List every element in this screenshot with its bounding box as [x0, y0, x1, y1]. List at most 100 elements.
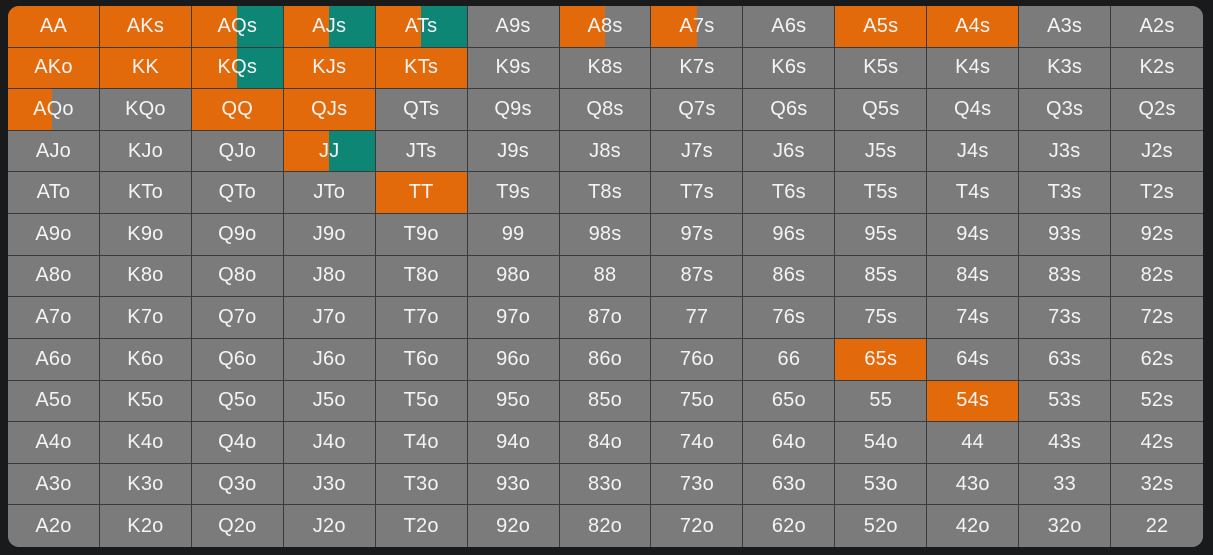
hand-cell-t3s[interactable]: T3s	[1019, 172, 1112, 215]
hand-cell-tt[interactable]: TT	[375, 172, 468, 215]
hand-cell-a6s[interactable]: A6s	[743, 6, 836, 48]
hand-cell-k9s[interactable]: K9s	[467, 47, 560, 90]
hand-cell-t9o[interactable]: T9o	[375, 214, 468, 256]
hand-cell-t5o[interactable]: T5o	[375, 380, 468, 423]
hand-cell-kjo[interactable]: KJo	[99, 130, 192, 173]
hand-cell-aqs[interactable]: AQs	[191, 6, 284, 48]
hand-cell-a5o[interactable]: A5o	[8, 380, 100, 423]
hand-cell-a8s[interactable]: A8s	[559, 6, 652, 48]
hand-cell-75o[interactable]: 75o	[651, 380, 744, 423]
hand-cell-86o[interactable]: 86o	[559, 338, 652, 381]
hand-cell-q7s[interactable]: Q7s	[651, 89, 744, 131]
hand-cell-98o[interactable]: 98o	[467, 255, 560, 298]
hand-cell-93o[interactable]: 93o	[467, 463, 560, 506]
hand-cell-qjo[interactable]: QJo	[191, 130, 284, 173]
hand-cell-q9o[interactable]: Q9o	[191, 214, 284, 256]
hand-cell-a2o[interactable]: A2o	[8, 505, 100, 547]
hand-cell-q3s[interactable]: Q3s	[1019, 89, 1112, 131]
hand-cell-aks[interactable]: AKs	[99, 6, 192, 48]
hand-cell-a3o[interactable]: A3o	[8, 463, 100, 506]
hand-cell-ajs[interactable]: AJs	[283, 6, 376, 48]
hand-cell-62s[interactable]: 62s	[1111, 338, 1203, 381]
hand-cell-k9o[interactable]: K9o	[99, 214, 192, 256]
hand-cell-72s[interactable]: 72s	[1111, 297, 1203, 339]
hand-cell-a2s[interactable]: A2s	[1111, 6, 1203, 48]
hand-cell-j7o[interactable]: J7o	[283, 297, 376, 339]
hand-cell-ats[interactable]: ATs	[375, 6, 468, 48]
hand-cell-54o[interactable]: 54o	[835, 422, 928, 464]
hand-cell-42o[interactable]: 42o	[927, 505, 1020, 547]
hand-cell-a4s[interactable]: A4s	[927, 6, 1020, 48]
hand-cell-q8o[interactable]: Q8o	[191, 255, 284, 298]
hand-cell-95o[interactable]: 95o	[467, 380, 560, 423]
hand-cell-kto[interactable]: KTo	[99, 172, 192, 215]
hand-cell-82o[interactable]: 82o	[559, 505, 652, 547]
hand-cell-87s[interactable]: 87s	[651, 255, 744, 298]
hand-cell-t3o[interactable]: T3o	[375, 463, 468, 506]
hand-cell-q5o[interactable]: Q5o	[191, 380, 284, 423]
hand-cell-77[interactable]: 77	[651, 297, 744, 339]
hand-cell-32o[interactable]: 32o	[1019, 505, 1112, 547]
hand-cell-76o[interactable]: 76o	[651, 338, 744, 381]
hand-cell-kts[interactable]: KTs	[375, 47, 468, 90]
hand-cell-72o[interactable]: 72o	[651, 505, 744, 547]
hand-cell-92o[interactable]: 92o	[467, 505, 560, 547]
hand-cell-k2s[interactable]: K2s	[1111, 47, 1203, 90]
hand-cell-74s[interactable]: 74s	[927, 297, 1020, 339]
hand-cell-53s[interactable]: 53s	[1019, 380, 1112, 423]
hand-cell-t7o[interactable]: T7o	[375, 297, 468, 339]
hand-cell-85o[interactable]: 85o	[559, 380, 652, 423]
hand-cell-t4s[interactable]: T4s	[927, 172, 1020, 215]
hand-cell-q2s[interactable]: Q2s	[1111, 89, 1203, 131]
hand-cell-a9o[interactable]: A9o	[8, 214, 100, 256]
hand-cell-87o[interactable]: 87o	[559, 297, 652, 339]
hand-cell-t4o[interactable]: T4o	[375, 422, 468, 464]
hand-cell-a8o[interactable]: A8o	[8, 255, 100, 298]
hand-cell-94s[interactable]: 94s	[927, 214, 1020, 256]
hand-cell-k6s[interactable]: K6s	[743, 47, 836, 90]
hand-cell-q4o[interactable]: Q4o	[191, 422, 284, 464]
hand-cell-k7s[interactable]: K7s	[651, 47, 744, 90]
hand-cell-96s[interactable]: 96s	[743, 214, 836, 256]
hand-cell-k5o[interactable]: K5o	[99, 380, 192, 423]
hand-cell-52s[interactable]: 52s	[1111, 380, 1203, 423]
hand-cell-97o[interactable]: 97o	[467, 297, 560, 339]
hand-cell-t7s[interactable]: T7s	[651, 172, 744, 215]
hand-cell-q2o[interactable]: Q2o	[191, 505, 284, 547]
hand-cell-k7o[interactable]: K7o	[99, 297, 192, 339]
hand-cell-a6o[interactable]: A6o	[8, 338, 100, 381]
hand-cell-j3s[interactable]: J3s	[1019, 130, 1112, 173]
hand-cell-a9s[interactable]: A9s	[467, 6, 560, 48]
hand-cell-64o[interactable]: 64o	[743, 422, 836, 464]
hand-cell-65o[interactable]: 65o	[743, 380, 836, 423]
hand-cell-q6o[interactable]: Q6o	[191, 338, 284, 381]
hand-cell-k4s[interactable]: K4s	[927, 47, 1020, 90]
hand-cell-99[interactable]: 99	[467, 214, 560, 256]
hand-cell-96o[interactable]: 96o	[467, 338, 560, 381]
hand-cell-97s[interactable]: 97s	[651, 214, 744, 256]
hand-cell-t9s[interactable]: T9s	[467, 172, 560, 215]
hand-cell-aqo[interactable]: AQo	[8, 89, 100, 131]
hand-cell-q6s[interactable]: Q6s	[743, 89, 836, 131]
hand-cell-j5s[interactable]: J5s	[835, 130, 928, 173]
hand-cell-43s[interactable]: 43s	[1019, 422, 1112, 464]
hand-cell-83s[interactable]: 83s	[1019, 255, 1112, 298]
hand-cell-j6o[interactable]: J6o	[283, 338, 376, 381]
hand-cell-q5s[interactable]: Q5s	[835, 89, 928, 131]
hand-cell-k2o[interactable]: K2o	[99, 505, 192, 547]
hand-cell-95s[interactable]: 95s	[835, 214, 928, 256]
hand-cell-53o[interactable]: 53o	[835, 463, 928, 506]
hand-cell-ako[interactable]: AKo	[8, 47, 100, 90]
hand-cell-t5s[interactable]: T5s	[835, 172, 928, 215]
hand-cell-kqo[interactable]: KQo	[99, 89, 192, 131]
hand-cell-q9s[interactable]: Q9s	[467, 89, 560, 131]
hand-cell-43o[interactable]: 43o	[927, 463, 1020, 506]
hand-cell-93s[interactable]: 93s	[1019, 214, 1112, 256]
hand-cell-86s[interactable]: 86s	[743, 255, 836, 298]
hand-cell-94o[interactable]: 94o	[467, 422, 560, 464]
hand-cell-jto[interactable]: JTo	[283, 172, 376, 215]
hand-cell-a5s[interactable]: A5s	[835, 6, 928, 48]
hand-cell-ajo[interactable]: AJo	[8, 130, 100, 173]
hand-cell-j2o[interactable]: J2o	[283, 505, 376, 547]
hand-cell-j4s[interactable]: J4s	[927, 130, 1020, 173]
